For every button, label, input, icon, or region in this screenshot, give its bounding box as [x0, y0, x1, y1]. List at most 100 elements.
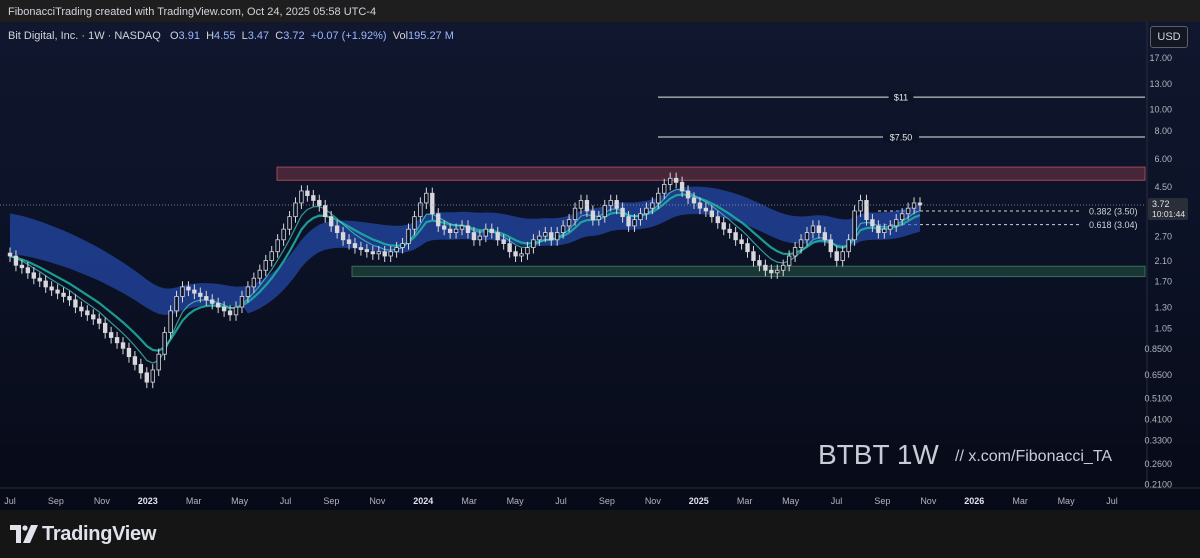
candle-body [120, 342, 126, 349]
candle-body [55, 289, 60, 294]
candle-body [299, 190, 304, 204]
legend-change: +0.07 (+1.92%) [310, 30, 387, 42]
legend-high-value: 4.55 [214, 30, 236, 42]
candle-body [263, 260, 268, 271]
candle-body [210, 299, 215, 304]
candle-body [150, 369, 155, 383]
candle-body [685, 190, 691, 199]
x-tick-label: 2025 [689, 496, 709, 506]
candle-body [19, 264, 25, 269]
candle-body [192, 289, 197, 294]
fib-level-label: 0.382 (3.50) [1089, 206, 1138, 216]
candle-body [400, 243, 405, 248]
y-tick-label: 6.00 [1154, 154, 1172, 164]
candle-body [257, 269, 262, 279]
x-tick-label: Mar [461, 496, 477, 506]
candle-body [543, 232, 548, 237]
y-tick-label: 2.10 [1154, 256, 1172, 266]
footer-bar: TradingView [0, 510, 1200, 558]
candle-body [37, 277, 42, 282]
candle-body [673, 177, 679, 183]
legend-open-label: O [169, 30, 179, 42]
candle-body [876, 225, 881, 233]
candle-body [323, 205, 328, 218]
candle-body [733, 232, 738, 241]
x-tick-label: Mar [737, 496, 753, 506]
candle-body [334, 225, 340, 233]
candle-body [162, 332, 167, 355]
candle-body [495, 232, 500, 241]
y-tick-label: 4.50 [1154, 182, 1172, 192]
candle-body [572, 207, 578, 221]
candle-body [882, 228, 887, 233]
candle-body [775, 269, 780, 274]
candle-body [204, 296, 209, 301]
candle-body [792, 247, 798, 257]
x-tick-label: Nov [369, 496, 386, 506]
candle-body [632, 219, 637, 227]
candle-body [870, 219, 875, 227]
candle-body [114, 337, 120, 344]
y-tick-label: 17.00 [1149, 53, 1172, 63]
candle-body [227, 310, 233, 316]
symbol-legend: Bit Digital, Inc. · 1W · NASDAQ O3.91 H4… [8, 30, 454, 42]
candle-body [584, 200, 590, 212]
candle-body [858, 200, 863, 212]
candle-body [656, 192, 661, 204]
legend-symbol: Bit Digital, Inc. · 1W · NASDAQ [8, 30, 161, 42]
candle-body [513, 251, 518, 257]
candle-body [697, 202, 703, 209]
candle-body [763, 264, 768, 271]
candle-body [287, 216, 292, 230]
x-tick-label: Nov [920, 496, 937, 506]
candle-body [156, 353, 161, 371]
candle-body [781, 264, 786, 271]
candle-body [650, 202, 655, 209]
candle-body [662, 184, 667, 194]
y-tick-label: 0.8500 [1144, 344, 1172, 354]
y-tick-label: 13.00 [1149, 79, 1172, 89]
candle-body [382, 251, 387, 257]
candle-body [49, 286, 54, 291]
candle-body [346, 239, 352, 244]
candle-body [745, 243, 750, 253]
candle-body [816, 225, 822, 233]
candle-body [864, 200, 869, 221]
last-price-label: 3.72 [1152, 199, 1170, 209]
candle-body [453, 228, 459, 233]
candle-body [590, 210, 596, 221]
candle-body [596, 216, 602, 221]
currency-button[interactable]: USD [1150, 26, 1188, 48]
candle-body [186, 286, 191, 291]
candle-body [798, 239, 804, 248]
candle-body [679, 181, 685, 192]
tradingview-logo-icon [10, 525, 38, 543]
candle-body [138, 364, 144, 374]
legend-high-label: H [206, 30, 215, 42]
candle-body [828, 239, 833, 253]
candle-body [85, 310, 90, 316]
x-tick-label: Sep [599, 496, 615, 506]
tradingview-brand: TradingView [42, 523, 157, 545]
candle-body [102, 322, 108, 333]
y-tick-label: 2.70 [1154, 232, 1172, 242]
resistance-zone [276, 166, 1146, 181]
candle-body [786, 255, 792, 266]
chart-area[interactable]: 17.0013.0010.008.006.004.503.402.702.101… [0, 22, 1200, 510]
candle-body [251, 277, 257, 288]
x-tick-label: Sep [874, 496, 890, 506]
y-tick-label: 1.70 [1154, 277, 1172, 287]
x-tick-label: 2023 [138, 496, 158, 506]
candle-body [79, 306, 84, 312]
legend-close-value: 3.72 [283, 30, 305, 42]
candle-body [501, 239, 506, 244]
candle-body [198, 292, 203, 297]
candle-body [894, 219, 899, 227]
candle-body [691, 197, 697, 204]
candle-body [489, 228, 494, 233]
candle-body [447, 228, 453, 233]
y-tick-label: 0.3300 [1144, 436, 1172, 446]
candle-body [31, 272, 36, 279]
candle-body [340, 232, 346, 241]
price-chart[interactable]: 17.0013.0010.008.006.004.503.402.702.101… [0, 22, 1200, 510]
